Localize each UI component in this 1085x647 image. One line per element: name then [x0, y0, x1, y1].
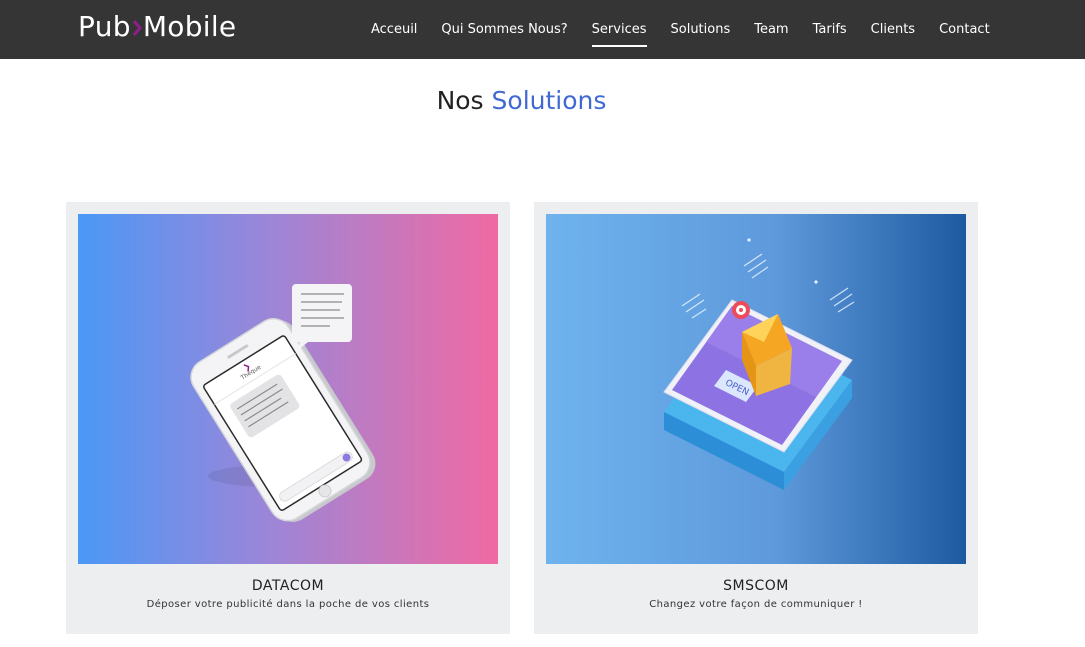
main-nav: Acceuil Qui Sommes Nous? Services Soluti… — [359, 0, 1002, 59]
card-title: DATACOM — [251, 578, 325, 594]
nav-item-contact[interactable]: Contact — [939, 14, 990, 45]
nav-item-services[interactable]: Services — [591, 14, 647, 47]
card-title: SMSCOM — [723, 578, 789, 594]
card-description: Changez votre façon de communiquer ! — [649, 599, 863, 610]
card-description: Déposer votre publicité dans la poche de… — [146, 599, 430, 610]
section-title: Nos Solutions — [0, 86, 1043, 115]
logo[interactable]: Pub Mobile — [78, 9, 236, 45]
logo-text-pub: Pub — [78, 10, 131, 43]
logo-arrow-icon — [132, 18, 142, 38]
nav-item-clients[interactable]: Clients — [871, 14, 915, 45]
solution-card-smscom[interactable]: OPEN SMSCOM Changez votre façon de commu… — [534, 202, 978, 634]
section-title-highlight: Solutions — [491, 86, 607, 115]
section-title-prefix: Nos — [436, 86, 484, 115]
nav-item-solutions[interactable]: Solutions — [671, 14, 731, 45]
nav-item-team[interactable]: Team — [754, 14, 788, 45]
top-navbar: Pub Mobile Acceuil Qui Sommes Nous? Servi… — [0, 0, 1085, 59]
nav-item-tarifs[interactable]: Tarifs — [813, 14, 847, 45]
smscom-illustration: OPEN — [546, 214, 966, 564]
nav-item-qui-sommes-nous[interactable]: Qui Sommes Nous? — [441, 14, 567, 45]
nav-item-acceuil[interactable]: Acceuil — [371, 14, 417, 45]
datacom-illustration: Theque — [78, 214, 498, 564]
solution-card-datacom[interactable]: Theque DATACOM Déposer votre publicité d… — [66, 202, 510, 634]
logo-text-mobile: Mobile — [142, 10, 237, 43]
